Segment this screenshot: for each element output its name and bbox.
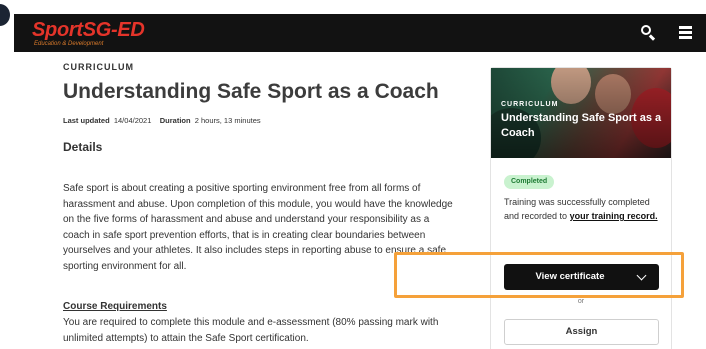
last-updated-value: 14/04/2021 <box>113 116 152 125</box>
duration-label: Duration <box>159 116 191 125</box>
course-requirements-heading: Course Requirements <box>63 301 167 312</box>
menu-icon[interactable] <box>678 24 694 40</box>
search-icon[interactable] <box>640 24 656 41</box>
or-separator: or <box>577 298 585 305</box>
training-record-link[interactable]: your training record. <box>570 211 658 221</box>
curriculum-eyebrow: CURRICULUM <box>63 62 134 72</box>
details-heading: Details <box>63 140 103 154</box>
course-requirements-text: You are required to complete this module… <box>63 317 439 344</box>
edge-marker <box>0 4 10 26</box>
page-title: Understanding Safe Sport as a Coach <box>63 80 439 103</box>
course-hero-image: CURRICULUM Understanding Safe Sport as a… <box>491 68 671 158</box>
status-badge: Completed <box>504 175 555 189</box>
left-edge <box>0 0 14 349</box>
last-updated-label: Last updated <box>63 116 110 125</box>
hero-title: Understanding Safe Sport as a Coach <box>501 112 662 139</box>
top-navigation-bar: SportSG-ED Education & Development <box>14 14 706 52</box>
course-meta: Last updated 14/04/2021 Duration 2 hours… <box>63 116 261 125</box>
logo-main-text: SportSG- <box>32 19 118 41</box>
logo-accent-text: ED <box>117 19 145 41</box>
assign-button[interactable]: Assign <box>504 319 659 345</box>
duration-value: 2 hours, 13 minutes <box>194 116 261 125</box>
hero-eyebrow: CURRICULUM <box>501 101 559 108</box>
completion-status-text: Training was successfully completed and … <box>504 195 666 223</box>
sportsg-ed-logo[interactable]: SportSG-ED Education & Development <box>32 20 145 48</box>
logo-subtitle: Education & Development <box>34 41 104 47</box>
highlight-annotation-box <box>394 252 684 298</box>
course-action-card: CURRICULUM Understanding Safe Sport as a… <box>490 67 672 349</box>
